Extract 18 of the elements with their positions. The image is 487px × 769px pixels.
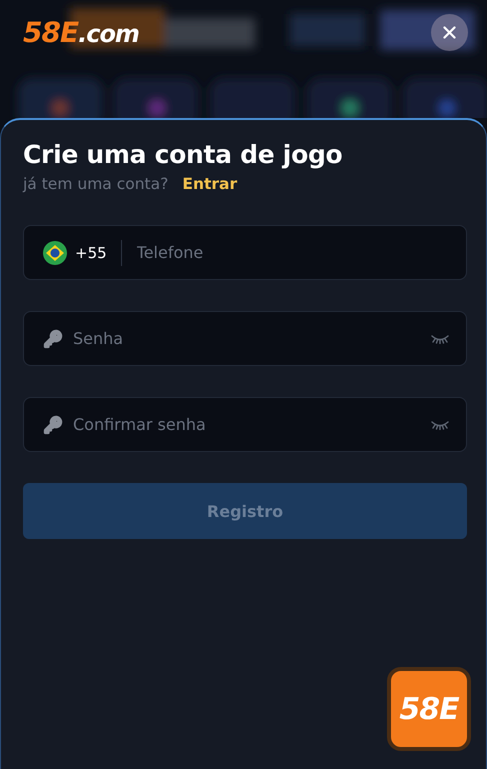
- phone-field[interactable]: +55 Telefone: [23, 225, 467, 280]
- phone-input[interactable]: Telefone: [134, 242, 450, 263]
- login-link[interactable]: Entrar: [182, 175, 238, 193]
- key-icon: [43, 328, 63, 348]
- password-field[interactable]: Senha: [23, 311, 467, 366]
- password-input[interactable]: Senha: [71, 328, 422, 349]
- site-logo[interactable]: 58E.com: [23, 16, 139, 49]
- login-prompt: já tem uma conta?: [23, 175, 168, 193]
- password-field[interactable]: Confirmar senha: [23, 397, 467, 452]
- country-code[interactable]: +55: [75, 244, 113, 262]
- password-input[interactable]: Confirmar senha: [71, 414, 422, 435]
- flag-icon: [43, 240, 67, 264]
- close-button[interactable]: [431, 14, 468, 51]
- key-icon: [43, 414, 63, 434]
- close-icon: [443, 26, 456, 39]
- closed-eye-icon[interactable]: [430, 420, 450, 430]
- form-title: Crie uma conta de jogo: [23, 140, 344, 169]
- closed-eye-icon[interactable]: [430, 334, 450, 344]
